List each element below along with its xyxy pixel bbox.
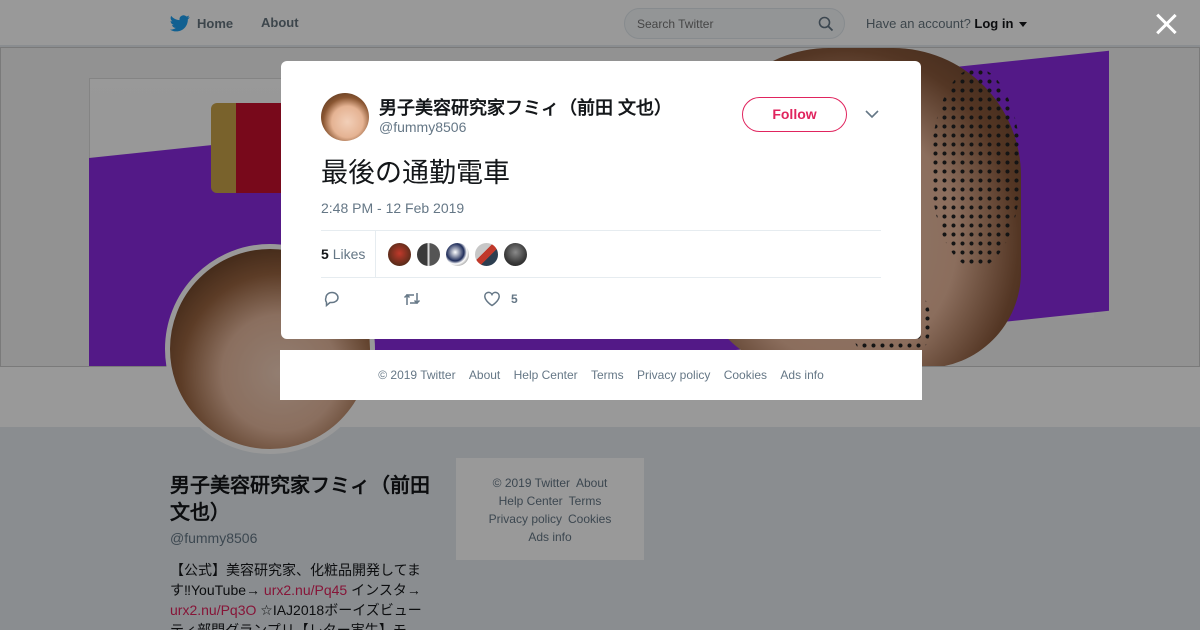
- likes-count: 5: [321, 246, 329, 262]
- tweet-stats: 5 Likes: [321, 230, 881, 278]
- close-icon[interactable]: [1155, 13, 1177, 35]
- modal-footer: © 2019 Twitter About Help Center Terms P…: [280, 350, 922, 400]
- heart-icon: [484, 291, 500, 307]
- tweet-author-handle[interactable]: @fummy8506: [379, 119, 466, 135]
- likes-stat[interactable]: 5 Likes: [321, 246, 365, 262]
- modal-footer-ads[interactable]: Ads info: [780, 368, 823, 382]
- modal-footer-cookies[interactable]: Cookies: [724, 368, 767, 382]
- modal-footer-copyright: © 2019 Twitter: [378, 368, 456, 382]
- liker-avatar[interactable]: [474, 242, 499, 267]
- like-button[interactable]: 5: [483, 290, 518, 308]
- retweet-icon: [403, 293, 421, 305]
- tweet-text: 最後の通勤電車: [321, 158, 510, 189]
- liker-avatar[interactable]: [503, 242, 528, 267]
- tweet-author-name[interactable]: 男子美容研究家フミィ（前田 文也）: [379, 94, 672, 120]
- likes-label: Likes: [332, 246, 366, 262]
- modal-footer-terms[interactable]: Terms: [591, 368, 624, 382]
- modal-footer-privacy[interactable]: Privacy policy: [637, 368, 710, 382]
- liker-avatar[interactable]: [387, 242, 412, 267]
- modal-footer-help[interactable]: Help Center: [514, 368, 578, 382]
- liker-avatar[interactable]: [416, 242, 441, 267]
- reply-icon: [324, 291, 339, 308]
- tweet-author-avatar[interactable]: [321, 93, 369, 141]
- like-action-count: 5: [511, 292, 518, 306]
- modal-footer-about[interactable]: About: [469, 368, 500, 382]
- tweet-timestamp[interactable]: 2:48 PM - 12 Feb 2019: [321, 200, 464, 216]
- reply-button[interactable]: [323, 290, 341, 308]
- stats-divider: [375, 231, 376, 277]
- tweet-modal: 男子美容研究家フミィ（前田 文也） @fummy8506 Follow 最後の通…: [281, 61, 921, 339]
- chevron-down-icon[interactable]: [865, 109, 879, 119]
- retweet-button[interactable]: [403, 290, 421, 308]
- tweet-actions: 5: [321, 290, 621, 312]
- liker-avatar[interactable]: [445, 242, 470, 267]
- follow-button[interactable]: Follow: [742, 97, 847, 132]
